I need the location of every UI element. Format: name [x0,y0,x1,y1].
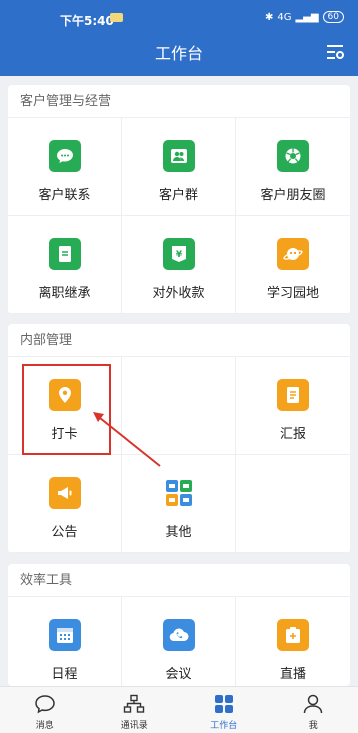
org-chart-icon [124,694,145,713]
section-title: 效率工具 [8,564,350,597]
app-meeting[interactable]: 会议 [122,597,236,686]
tab-label: 我 [308,721,318,731]
status-icons: ✱ 4G ▂▄▆ 60 [265,11,344,23]
megaphone-icon [49,477,81,509]
app-announcement[interactable]: 公告 [8,455,122,553]
app-label: 客户朋友圈 [260,188,326,203]
chat-icon [49,140,81,172]
group-icon [163,140,195,172]
app-label: 会议 [165,667,192,682]
app-label: 客户群 [158,188,198,203]
svg-text:¥: ¥ [176,250,183,260]
status-bar: 下午5:40 ✱ 4G ▂▄▆ 60 [0,0,358,30]
network-label: 4G [277,11,292,23]
tab-workbench[interactable]: 工作台 [179,687,269,733]
section-customer-management: 客户管理与经营 客户联系 客户群 客户朋友圈 离职继承 ¥ 对外收款 学习园地 [8,85,350,314]
planet-icon [277,238,309,270]
bottom-tab-bar: 消息 通讯录 工作台 我 [0,686,358,733]
tab-contacts[interactable]: 通讯录 [90,687,180,733]
tab-messages[interactable]: 消息 [0,687,90,733]
app-learning-garden[interactable]: 学习园地 [236,216,350,314]
app-schedule[interactable]: 日程 [8,597,122,686]
section-efficiency-tools: 效率工具 日程 会议 直播 [8,564,350,686]
grid-icon [214,695,233,713]
tab-me[interactable]: 我 [269,687,358,733]
settings-icon[interactable] [326,43,344,61]
phone-cloud-icon [163,619,195,651]
app-customer-contact[interactable]: 客户联系 [8,118,122,216]
app-label: 对外收款 [152,286,205,301]
payment-icon: ¥ [163,238,195,270]
app-external-payment[interactable]: ¥ 对外收款 [122,216,236,314]
app-obscured[interactable] [122,357,236,455]
app-label: 公告 [51,525,78,540]
battery-icon: 60 [322,11,344,23]
report-icon [277,379,309,411]
document-icon [49,238,81,270]
tab-label: 消息 [35,721,54,731]
notification-icon [110,13,123,22]
app-customer-moments[interactable]: 客户朋友圈 [236,118,350,216]
app-report[interactable]: 汇报 [236,357,350,455]
chat-bubble-icon [34,695,55,714]
calendar-icon [49,619,81,651]
app-other[interactable]: 其他 [122,455,236,553]
status-time: 下午5:40 [60,14,114,28]
live-broadcast-icon [277,619,309,651]
app-label: 直播 [279,667,306,682]
app-live[interactable]: 直播 [236,597,350,686]
bluetooth-icon: ✱ [264,11,274,23]
aperture-icon [277,140,309,172]
person-icon [304,694,323,714]
tab-label: 工作台 [210,721,238,731]
app-label: 学习园地 [266,286,319,301]
section-title: 客户管理与经营 [8,85,350,118]
signal-icon: ▂▄▆ [295,11,319,23]
highlight-box [22,364,111,455]
other-apps-icon [166,480,192,506]
app-label: 客户联系 [38,188,91,203]
app-resignation-inherit[interactable]: 离职继承 [8,216,122,314]
app-label: 其他 [165,525,192,540]
tab-label: 通讯录 [120,721,148,731]
app-label: 汇报 [279,427,306,442]
empty-cell [236,455,350,553]
app-customer-group[interactable]: 客户群 [122,118,236,216]
page-title: 工作台 [154,44,203,63]
app-label: 日程 [51,667,78,682]
top-bar: 下午5:40 ✱ 4G ▂▄▆ 60 工作台 [0,0,358,76]
app-label: 离职继承 [38,286,91,301]
section-title: 内部管理 [8,324,350,357]
